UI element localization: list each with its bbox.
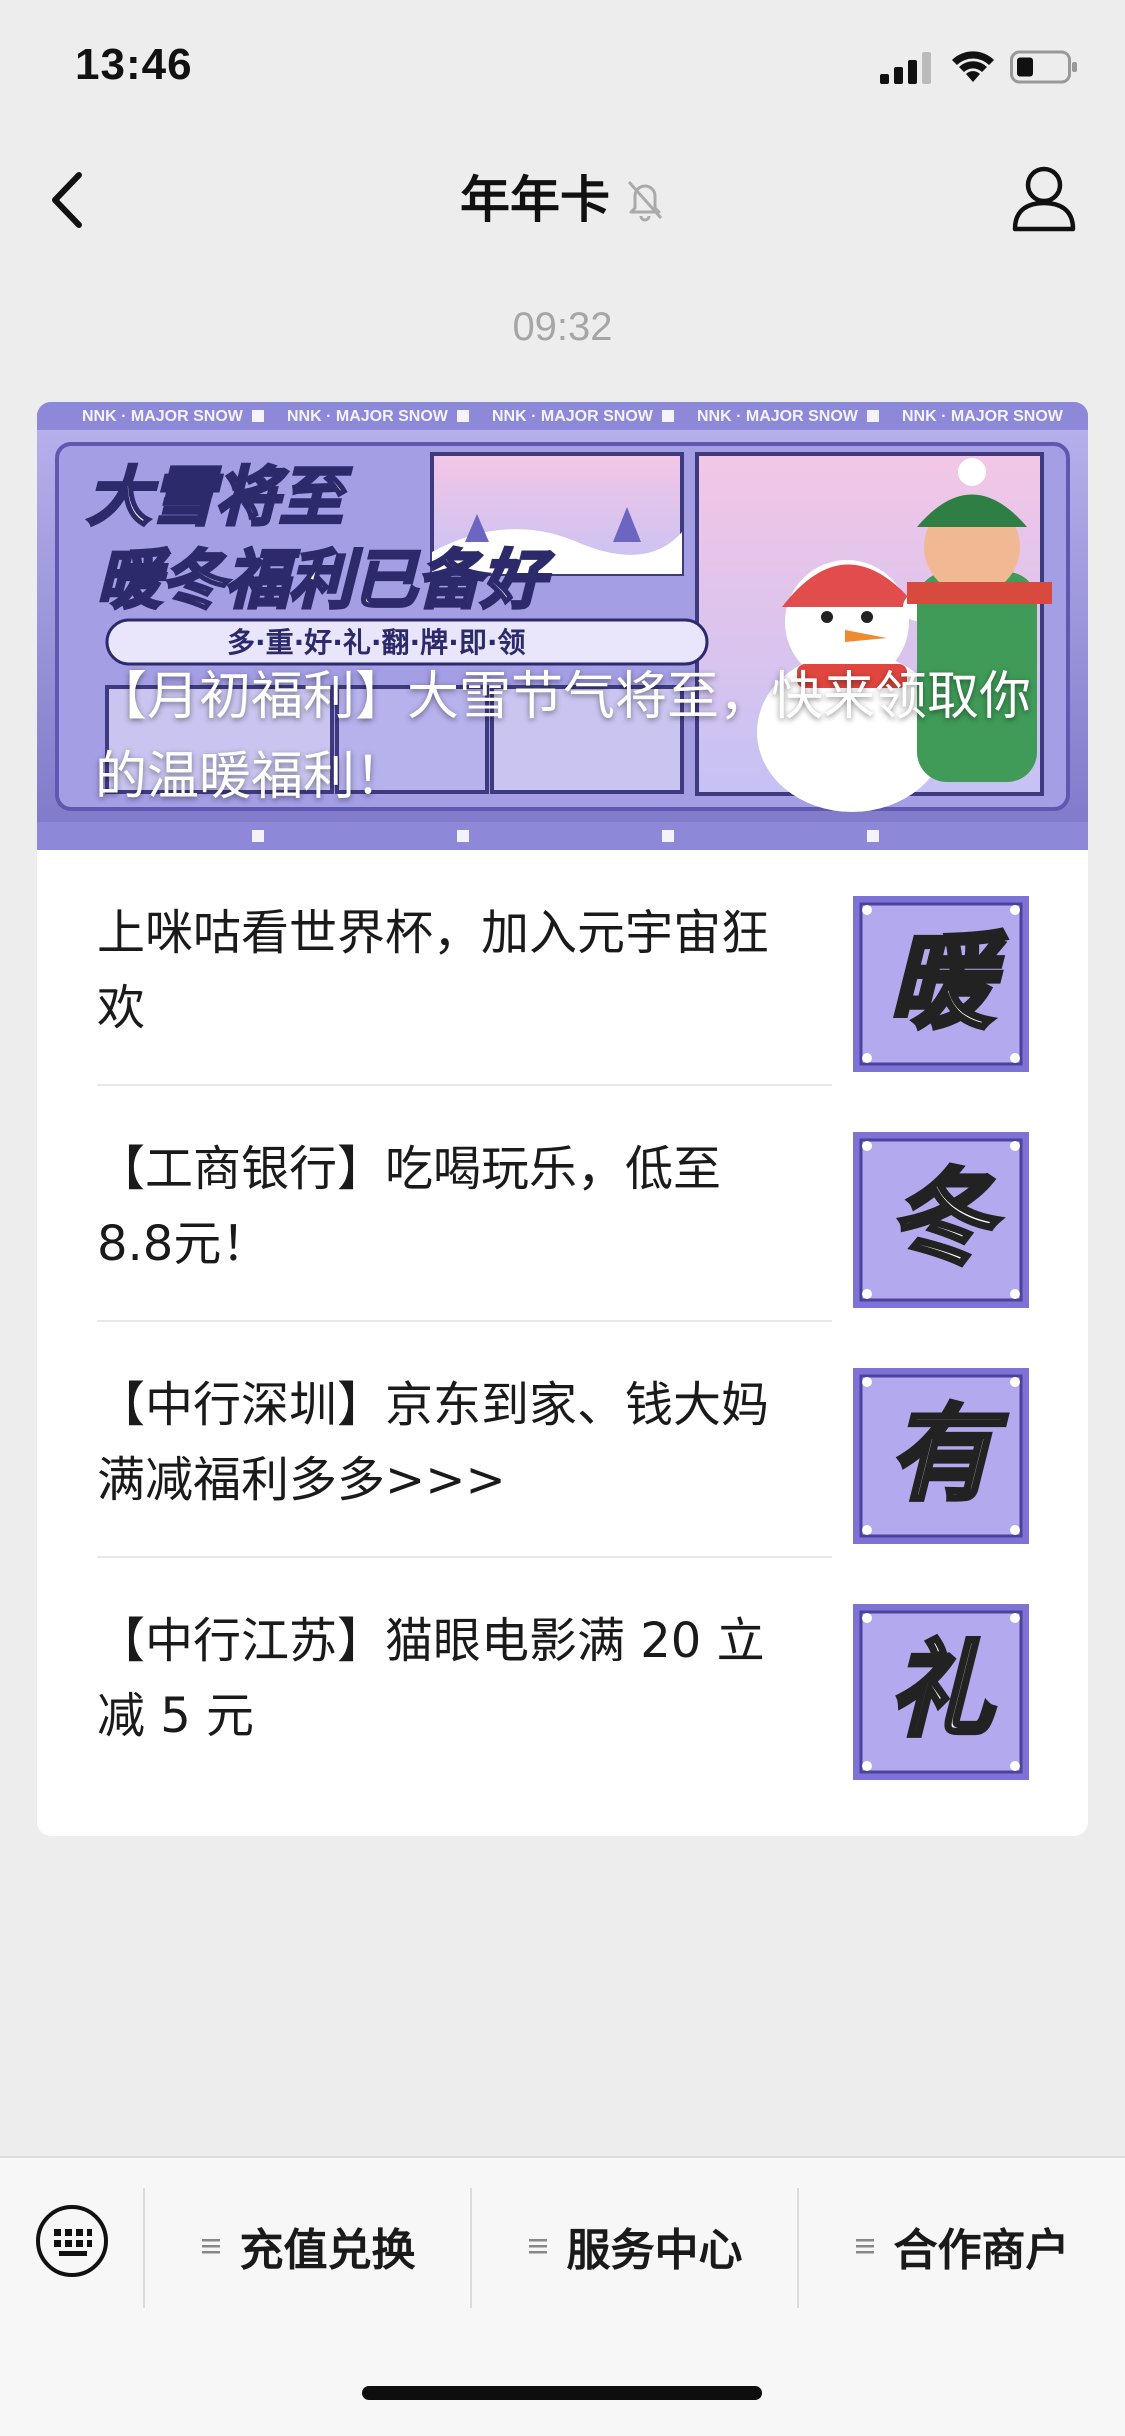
menu-item-partners[interactable]: 合作商户: [799, 2196, 1124, 2296]
thumbnail-char: 冬: [889, 1157, 1002, 1279]
menu-item-service-center[interactable]: 服务中心: [472, 2196, 797, 2296]
article-title[interactable]: 【中行江苏】猫眼电影满 20 立减 5 元: [97, 1604, 797, 1754]
thumbnail-char: 礼: [889, 1629, 996, 1751]
banner-tag: NNK · MAJOR SNOW: [902, 408, 1064, 425]
article-item[interactable]: 上咪咕看世界杯，加入元宇宙狂欢 暖: [37, 850, 1088, 1086]
menu-label: 合作商户: [893, 2225, 1070, 2276]
nav-title-group: 年年卡: [0, 165, 1125, 235]
keyboard-toggle-icon[interactable]: [34, 2203, 110, 2279]
banner-tag: NNK · MAJOR SNOW: [287, 408, 449, 425]
cellular-signal-icon: [880, 52, 931, 84]
status-time: 13:46: [75, 40, 193, 89]
thumbnail-char: 暖: [889, 921, 1007, 1043]
menu-label: 充值兑换: [239, 2225, 416, 2276]
article-title[interactable]: 上咪咕看世界杯，加入元宇宙狂欢: [97, 896, 797, 1046]
menu-lines-icon: [201, 2239, 220, 2254]
article-title[interactable]: 【中行深圳】京东到家、钱大妈满减福利多多>>>: [97, 1368, 797, 1518]
banner-sub: 多·重·好·礼·翻·牌·即·领: [227, 626, 525, 659]
battery-icon: [1010, 50, 1077, 84]
cover-article-title[interactable]: 【月初福利】大雪节气将至，快来领取你的温暖福利！: [95, 657, 1035, 817]
mute-bell-icon: [627, 181, 663, 222]
profile-icon[interactable]: [1011, 163, 1077, 233]
article-card[interactable]: 大雪将至 暖冬福利已备好 多·重·好·礼·翻·牌·即·领 NNK · MAJOR…: [37, 402, 1088, 1836]
message-timestamp: 09:32: [512, 305, 613, 349]
home-indicator: [362, 2386, 762, 2400]
article-thumbnail: 冬: [853, 1132, 1029, 1308]
menu-lines-icon: [855, 2239, 874, 2254]
wifi-icon: [952, 51, 994, 82]
menu-lines-icon: [528, 2239, 547, 2254]
nav-bar: 年年卡: [0, 135, 1125, 265]
banner-headline-2: 暖冬福利已备好: [97, 544, 554, 618]
banner-headline-1: 大雪将至: [87, 461, 352, 535]
menu-item-recharge[interactable]: 充值兑换: [145, 2196, 470, 2296]
article-thumbnail: 礼: [853, 1604, 1029, 1780]
thumbnail-char: 有: [889, 1393, 1008, 1515]
menu-label: 服务中心: [566, 2225, 743, 2276]
article-thumbnail: 有: [853, 1368, 1029, 1544]
page-title: 年年卡: [459, 171, 610, 229]
status-bar: 13:46: [0, 0, 1125, 135]
article-title[interactable]: 【工商银行】吃喝玩乐，低至8.8元！: [97, 1132, 797, 1282]
cover-article[interactable]: 大雪将至 暖冬福利已备好 多·重·好·礼·翻·牌·即·领 NNK · MAJOR…: [37, 402, 1088, 850]
article-item[interactable]: 【工商银行】吃喝玩乐，低至8.8元！ 冬: [37, 1086, 1088, 1322]
banner-tag: NNK · MAJOR SNOW: [82, 408, 244, 425]
banner-tag: NNK · MAJOR SNOW: [697, 408, 859, 425]
banner-tag: NNK · MAJOR SNOW: [492, 408, 654, 425]
article-item[interactable]: 【中行深圳】京东到家、钱大妈满减福利多多>>> 有: [37, 1322, 1088, 1558]
article-thumbnail: 暖: [853, 896, 1029, 1072]
article-item[interactable]: 【中行江苏】猫眼电影满 20 立减 5 元 礼: [37, 1558, 1088, 1794]
